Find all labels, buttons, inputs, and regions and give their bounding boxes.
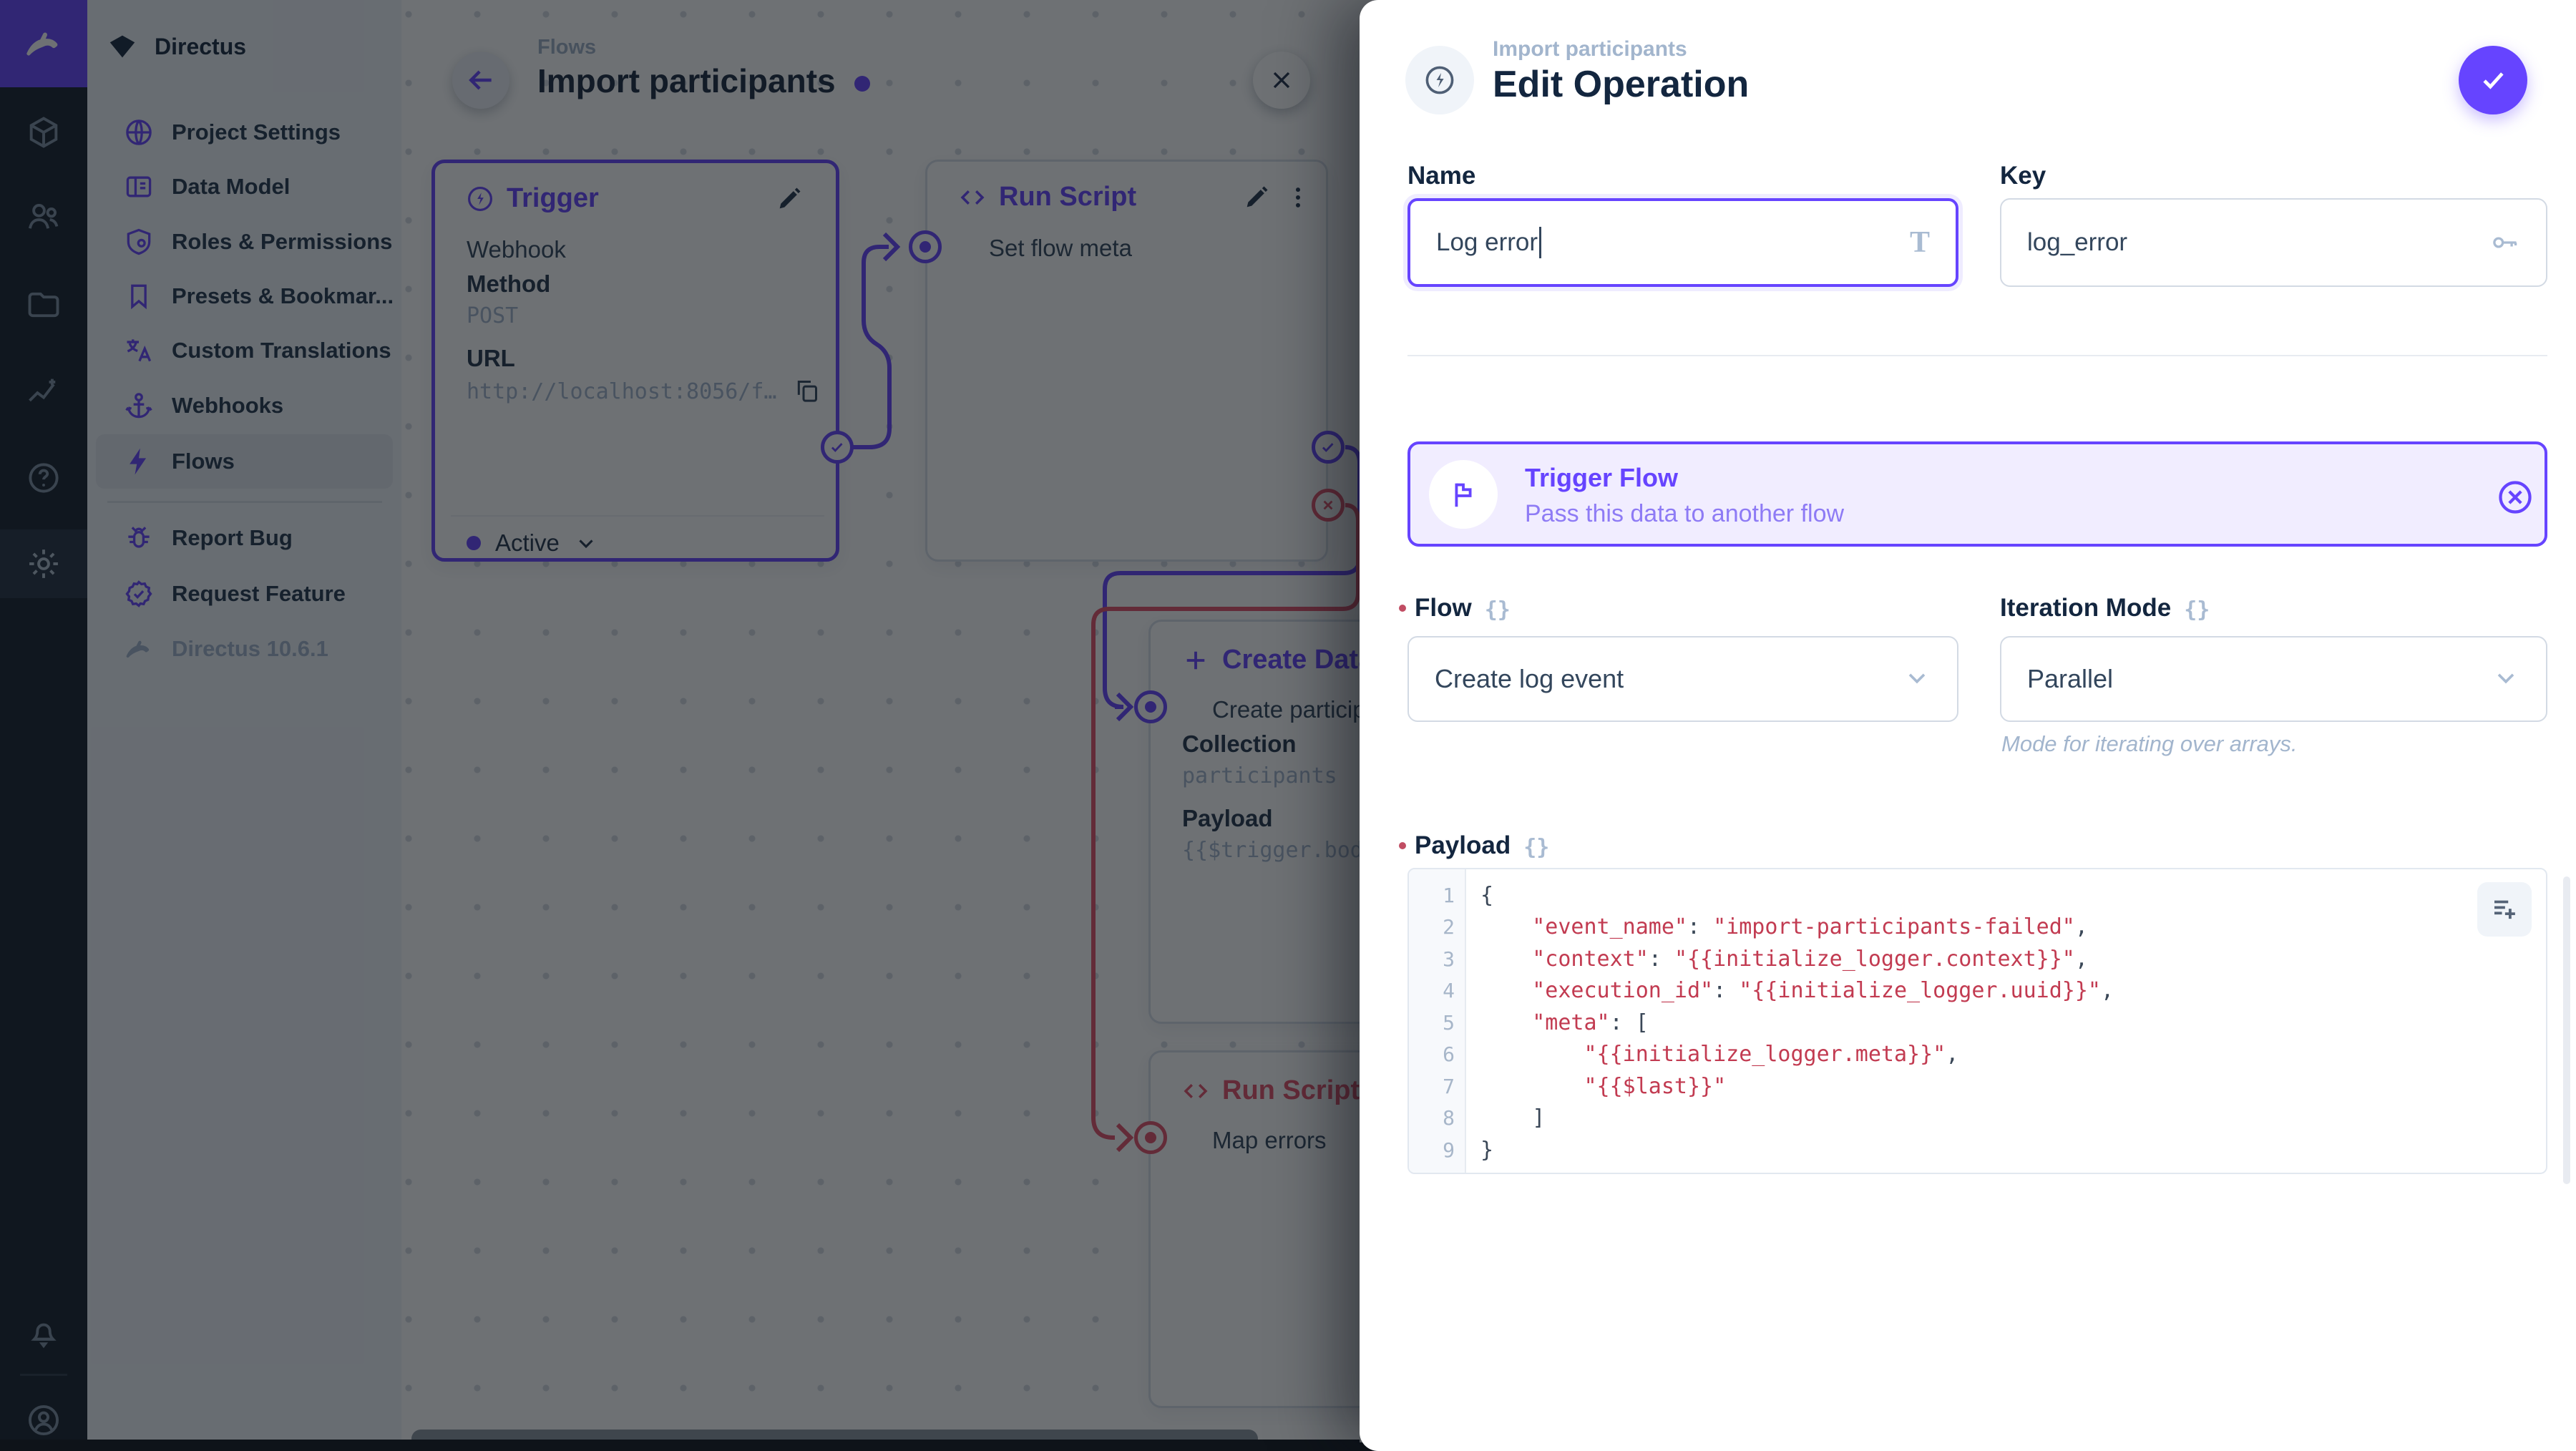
code-line: 9 } [1409, 1134, 2546, 1166]
line-number: 1 [1443, 883, 1455, 907]
line-content: ] [1480, 1105, 1546, 1131]
line-content: "{{initialize_logger.meta}}", [1584, 1042, 1959, 1068]
code-line: 4 "execution_id": "{{initialize_logger.u… [1409, 975, 2546, 1007]
line-number: 7 [1443, 1074, 1455, 1098]
name-value: Log error [1436, 228, 1538, 256]
line-content: } [1480, 1137, 1494, 1163]
line-content: "context": "{{initialize_logger.context}… [1532, 946, 2088, 972]
code-lines: 1 { 2 "event_name": "import-participants… [1409, 879, 2546, 1166]
key-input[interactable]: log_error [2000, 198, 2547, 287]
flow-select[interactable]: Create log event [1407, 636, 1958, 722]
line-content: { [1480, 882, 1494, 908]
chevron-down-icon [1908, 673, 1926, 683]
code-line: 2 "event_name": "import-participants-fai… [1409, 912, 2546, 944]
raw-value-icon[interactable]: {} [1485, 595, 1511, 622]
line-content: "execution_id": "{{initialize_logger.uui… [1532, 978, 2114, 1004]
circled-x-icon [2499, 481, 2532, 514]
line-number: 6 [1443, 1042, 1455, 1067]
code-line: 1 { [1409, 879, 2546, 912]
edit-operation-drawer: Import participants Edit Operation Name … [1360, 0, 2576, 1451]
code-line: 5 "meta": [ [1409, 1007, 2546, 1039]
flag-icon [1455, 483, 1472, 507]
flow-label: Flow {} [1399, 594, 1511, 622]
payload-label: Payload {} [1399, 831, 1549, 860]
raw-value-icon[interactable]: {} [2184, 595, 2210, 622]
code-line: 6 "{{initialize_logger.meta}}", [1409, 1039, 2546, 1071]
raw-value-icon[interactable]: {} [1523, 832, 1549, 860]
format-json-button[interactable] [2477, 882, 2532, 937]
iteration-mode-label: Iteration Mode {} [2000, 594, 2210, 622]
line-content: "{{$last}}" [1584, 1073, 1727, 1099]
line-number: 5 [1443, 1010, 1455, 1035]
drawer-breadcrumb: Import participants [1493, 37, 1687, 61]
trigger-flow-banner[interactable]: Trigger Flow Pass this data to another f… [1407, 441, 2547, 547]
drawer-scrollbar[interactable] [2563, 876, 2570, 1184]
bolt-circle-icon [1425, 66, 1454, 94]
code-line: 8 ] [1409, 1103, 2546, 1135]
flow-select-value: Create log event [1435, 664, 1624, 693]
line-number: 2 [1443, 915, 1455, 939]
key-value: log_error [2027, 228, 2128, 256]
payload-code-editor[interactable]: 1 { 2 "event_name": "import-participants… [1407, 868, 2547, 1174]
text-caret [1539, 227, 1542, 258]
flag-icon-badge [1429, 460, 1498, 529]
remove-trigger-flow-button[interactable] [2495, 477, 2535, 517]
code-line: 7 "{{$last}}" [1409, 1070, 2546, 1103]
directus-app: Directus Project Settings Data Model Rol… [0, 0, 2576, 1451]
banner-subtitle: Pass this data to another flow [1525, 500, 1845, 527]
line-number: 4 [1443, 979, 1455, 1003]
playlist-add-icon [2494, 900, 2515, 919]
chevron-down-icon [2497, 673, 2514, 683]
line-number: 8 [1443, 1106, 1455, 1130]
name-label: Name [1407, 162, 1476, 190]
name-input[interactable]: Log error T [1407, 198, 1958, 287]
key-icon [2493, 237, 2517, 248]
iteration-mode-note: Mode for iterating over arrays. [2001, 731, 2298, 756]
line-content: "meta": [ [1532, 1010, 1649, 1035]
save-button[interactable] [2459, 46, 2527, 114]
drawer-title: Edit Operation [1493, 64, 1750, 105]
check-icon [2483, 72, 2504, 89]
iteration-mode-select[interactable]: Parallel [2000, 636, 2547, 722]
key-label: Key [2000, 162, 2046, 190]
line-content: "event_name": "import-participants-faile… [1532, 914, 2088, 940]
line-number: 3 [1443, 947, 1455, 971]
drawer-header-icon-button[interactable] [1405, 46, 1474, 114]
line-number: 9 [1443, 1138, 1455, 1162]
title-icon: T [1909, 226, 1930, 259]
required-dot [1399, 605, 1406, 612]
iteration-mode-value: Parallel [2027, 664, 2114, 693]
required-dot [1399, 842, 1406, 849]
code-line: 3 "context": "{{initialize_logger.contex… [1409, 943, 2546, 975]
banner-title: Trigger Flow [1525, 463, 1679, 492]
section-divider [1407, 355, 2547, 356]
